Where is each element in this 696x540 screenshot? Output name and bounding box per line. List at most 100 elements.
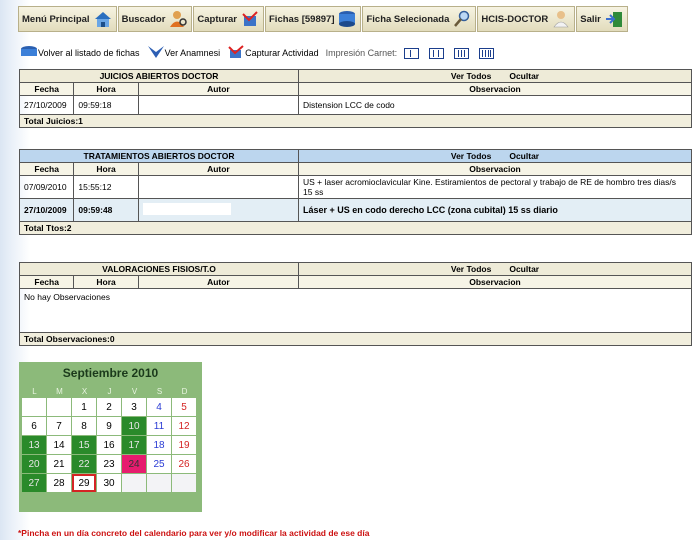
doctor-icon — [551, 10, 571, 28]
calendar-day[interactable]: 5 — [172, 398, 196, 416]
page-content: Menú Principal Buscador Capturar Fichas … — [0, 0, 696, 540]
tratamiento-autor — [137, 198, 300, 222]
anamnesis-link[interactable]: Ver Anamnesi — [147, 45, 220, 61]
valoraciones-table: VALORACIONES FISIOS/T.O Ver Todos Oculta… — [18, 262, 692, 346]
calendar-day[interactable]: 4 — [147, 398, 171, 416]
calendar-empty-cell — [22, 398, 46, 416]
calendar-empty-cell — [147, 474, 171, 492]
juicio-obs: Distension LCC de codo — [298, 95, 692, 115]
calendar-day[interactable]: 23 — [97, 455, 121, 473]
valoraciones-title: VALORACIONES FISIOS/T.O — [19, 262, 299, 276]
calendar-grid: 1 2 3 4 5 6 7 8 9 10 11 12 13 14 15 16 17 18 19 20 21 22 23 24 2… — [19, 398, 202, 492]
tratamientos-col-fecha: Fecha — [18, 162, 75, 176]
calendar-day[interactable]: 22 — [72, 455, 96, 473]
print-card-1-icon[interactable] — [404, 47, 420, 59]
calendar-day[interactable]: 16 — [97, 436, 121, 454]
calendar-day[interactable]: 17 — [122, 436, 146, 454]
juicios-hide-link[interactable]: Ocultar — [509, 71, 539, 81]
juicios-title: JUICIOS ABIERTOS DOCTOR — [19, 69, 299, 83]
calendar-day[interactable]: 19 — [172, 436, 196, 454]
buscador-button[interactable]: Buscador — [117, 6, 193, 32]
back-to-list-link[interactable]: Volver al listado de fichas — [20, 45, 140, 61]
tratamientos-hide-link[interactable]: Ocultar — [509, 151, 539, 161]
tratamientos-title: TRATAMIENTOS ABIERTOS DOCTOR — [19, 149, 299, 163]
tratamiento-hora: 09:59:48 — [73, 198, 139, 222]
fichas-button[interactable]: Fichas [59897] — [265, 6, 362, 32]
tratamientos-col-obs: Observacion — [298, 162, 692, 176]
calendar-day[interactable]: 26 — [172, 455, 196, 473]
calendar-weekdays: LMXJVSD — [19, 384, 202, 398]
calendar-day[interactable]: 20 — [22, 455, 46, 473]
calendar-day[interactable]: 15 — [72, 436, 96, 454]
calendar-day[interactable]: 25 — [147, 455, 171, 473]
anamnesis-icon — [147, 45, 165, 61]
calendar-day[interactable]: 2 — [97, 398, 121, 416]
salir-button[interactable]: Salir — [576, 6, 628, 32]
calendar-month-title: Septiembre 2010 — [62, 366, 159, 380]
print-card-3-icon[interactable] — [454, 47, 470, 59]
print-card-label: Impresión Carnet: — [325, 48, 398, 58]
juicios-col-autor: Autor — [137, 82, 300, 96]
calendar-day[interactable]: 12 — [172, 417, 196, 435]
tratamiento-fecha: 07/09/2010 — [18, 175, 75, 199]
valoraciones-hide-link[interactable]: Ocultar — [509, 264, 539, 274]
weekday-header: X — [81, 386, 88, 396]
buscador-label: Buscador — [121, 13, 166, 25]
folder-icon — [20, 45, 38, 61]
back-to-list-label: Volver al listado de fichas — [38, 48, 140, 58]
capture-activity-link[interactable]: Capturar Actividad — [227, 45, 319, 61]
calendar-day[interactable]: 24 — [122, 455, 146, 473]
hcis-doctor-label: HCIS-DOCTOR — [481, 13, 549, 25]
salir-label: Salir — [580, 13, 601, 25]
juicios-view-all-link[interactable]: Ver Todos — [451, 71, 491, 81]
home-icon — [93, 10, 113, 28]
capture-activity-label: Capturar Actividad — [245, 48, 319, 58]
valoraciones-view-all-link[interactable]: Ver Todos — [451, 264, 491, 274]
table-row[interactable]: 27/10/2009 09:59:48 Láser + US en codo d… — [18, 198, 692, 222]
tratamientos-total: Total Ttos:2 — [19, 221, 692, 235]
capturar-button[interactable]: Capturar — [193, 6, 264, 32]
weekday-header: V — [131, 386, 138, 396]
calendar-day[interactable]: 9 — [97, 417, 121, 435]
tratamientos-col-autor: Autor — [137, 162, 300, 176]
hcis-doctor-button[interactable]: HCIS-DOCTOR — [477, 6, 576, 32]
capturar-label: Capturar — [197, 13, 237, 25]
calendar-day[interactable]: 7 — [47, 417, 71, 435]
juicio-hora: 09:59:18 — [73, 95, 139, 115]
tratamiento-obs: US + laser acromioclavicular Kine. Estir… — [298, 175, 692, 199]
print-card-2-icon[interactable] — [429, 47, 445, 59]
weekday-header: L — [32, 386, 37, 396]
calendar-day[interactable]: 29 — [72, 474, 96, 492]
calendar-day[interactable]: 1 — [72, 398, 96, 416]
capture-icon — [240, 10, 260, 28]
menu-principal-button[interactable]: Menú Principal — [18, 6, 117, 32]
tratamientos-view-all-link[interactable]: Ver Todos — [451, 151, 491, 161]
calendar-day[interactable]: 30 — [97, 474, 121, 492]
table-row[interactable]: 27/10/2009 09:59:18 Distension LCC de co… — [18, 95, 692, 115]
calendar-day[interactable]: 14 — [47, 436, 71, 454]
exit-icon — [604, 10, 624, 28]
ficha-seleccionada-button[interactable]: Ficha Selecionada — [362, 6, 477, 32]
juicio-fecha: 27/10/2009 — [18, 95, 75, 115]
weekday-header: J — [107, 386, 112, 396]
valoraciones-actions: Ver Todos Ocultar — [298, 262, 692, 276]
calendar-day[interactable]: 13 — [22, 436, 46, 454]
calendar-day[interactable]: 10 — [122, 417, 146, 435]
calendar-day[interactable]: 6 — [22, 417, 46, 435]
calendar-day[interactable]: 8 — [72, 417, 96, 435]
menu-principal-label: Menú Principal — [22, 13, 90, 25]
calendar-empty-cell — [122, 474, 146, 492]
user-search-icon — [168, 10, 188, 28]
table-row[interactable]: 07/09/2010 15:55:12 US + laser acromiocl… — [18, 175, 692, 199]
valoraciones-col-fecha: Fecha — [18, 275, 75, 289]
ficha-seleccionada-label: Ficha Selecionada — [366, 13, 450, 25]
capture-activity-icon — [227, 45, 245, 61]
calendar-day[interactable]: 11 — [147, 417, 171, 435]
calendar-day[interactable]: 18 — [147, 436, 171, 454]
file-stack-icon — [337, 10, 357, 28]
calendar-day[interactable]: 28 — [47, 474, 71, 492]
calendar-day[interactable]: 3 — [122, 398, 146, 416]
calendar-day[interactable]: 27 — [22, 474, 46, 492]
print-card-4-icon[interactable] — [479, 47, 495, 59]
calendar-day[interactable]: 21 — [47, 455, 71, 473]
